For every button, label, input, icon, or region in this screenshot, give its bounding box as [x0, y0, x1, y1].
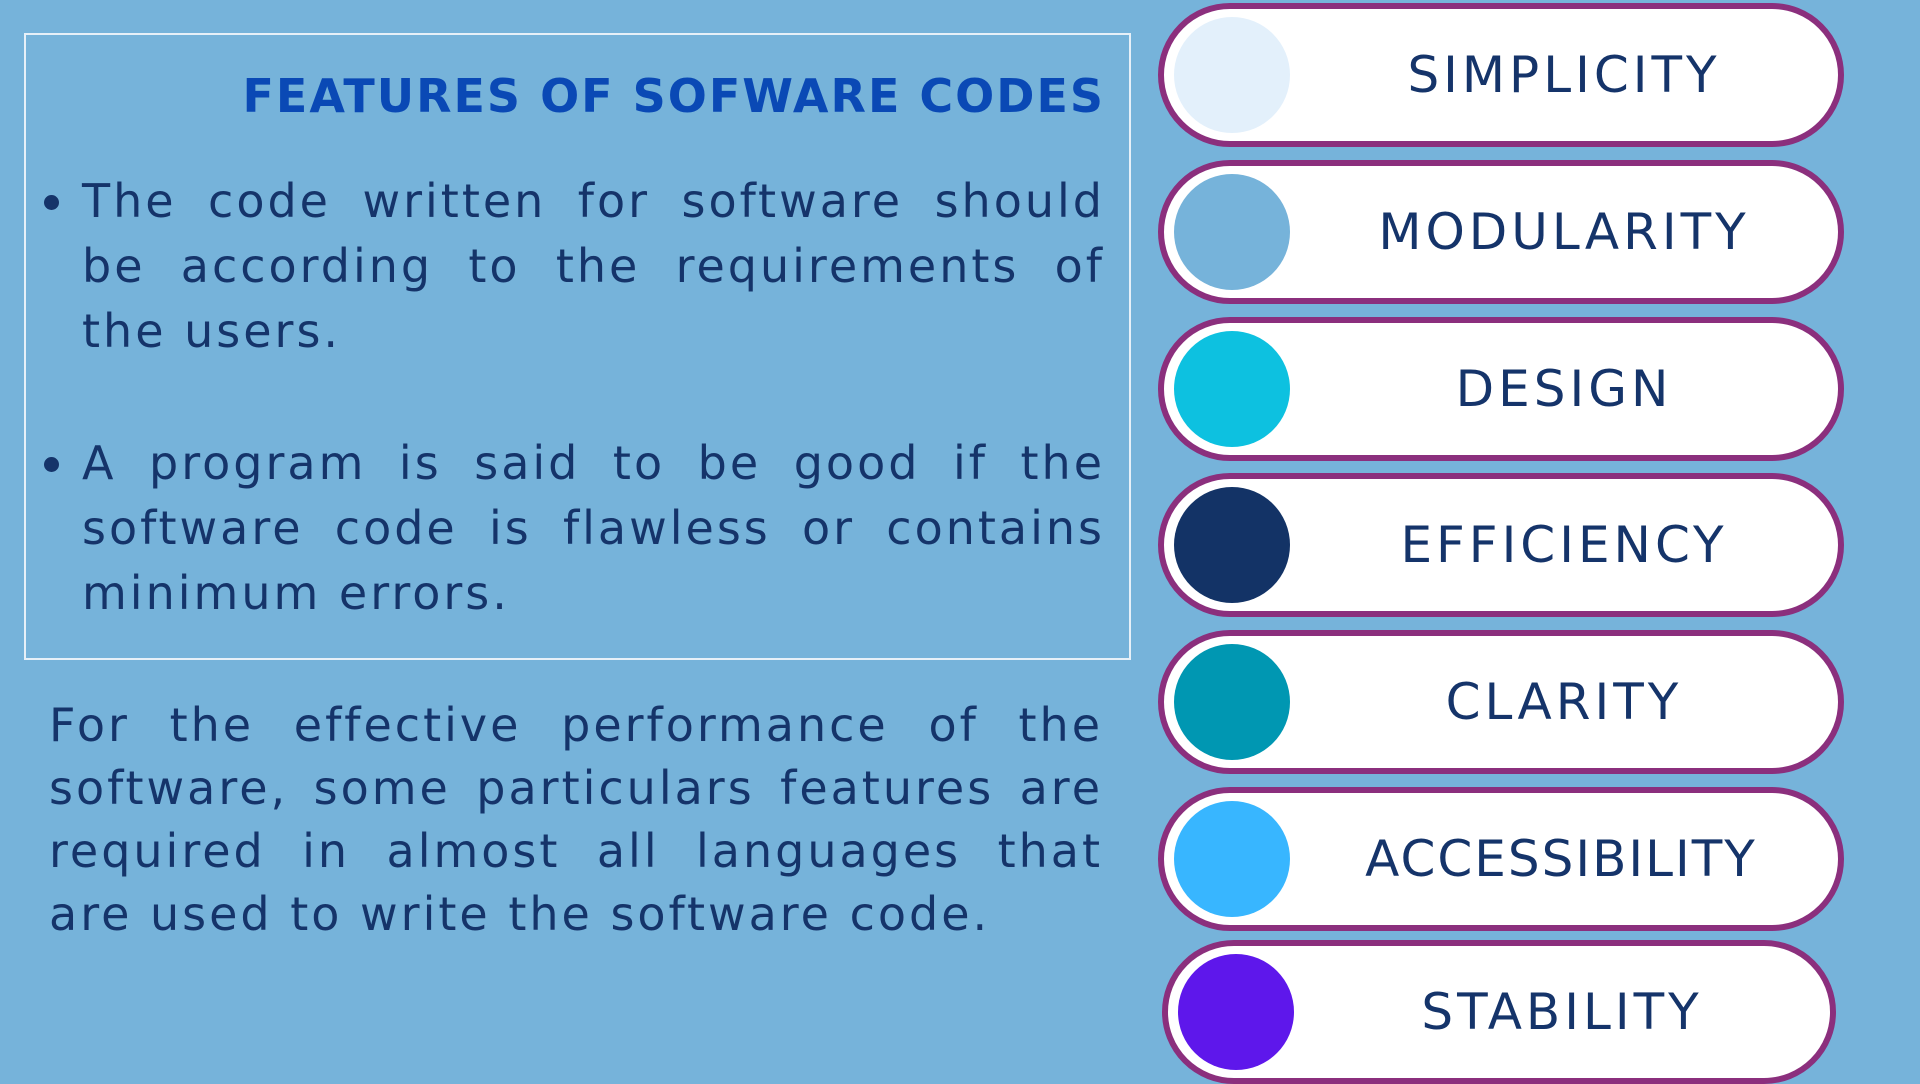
feature-pill-modularity: MODULARITY	[1158, 160, 1844, 304]
bullet-item: A program is said to be good if the soft…	[26, 431, 1105, 626]
features-title: FEATURES OF SOFWARE CODES	[242, 69, 1105, 123]
feature-label: ACCESSIBILITY	[1365, 830, 1757, 888]
circle-icon	[1178, 954, 1294, 1070]
feature-pill-efficiency: EFFICIENCY	[1158, 473, 1844, 617]
feature-pill-design: DESIGN	[1158, 317, 1844, 461]
feature-label: SIMPLICITY	[1407, 46, 1721, 104]
bullet-text: The code written for software should be …	[82, 174, 1105, 358]
feature-pill-simplicity: SIMPLICITY	[1158, 3, 1844, 147]
features-bullet-list: The code written for software should be …	[26, 169, 1105, 626]
bullet-item: The code written for software should be …	[26, 169, 1105, 364]
circle-icon	[1174, 331, 1290, 447]
feature-label: MODULARITY	[1378, 203, 1750, 261]
circle-icon	[1174, 644, 1290, 760]
feature-label: CLARITY	[1445, 673, 1683, 731]
feature-pill-accessibility: ACCESSIBILITY	[1158, 787, 1844, 931]
bullet-dot-icon	[44, 457, 59, 472]
circle-icon	[1174, 17, 1290, 133]
circle-icon	[1174, 174, 1290, 290]
features-panel: FEATURES OF SOFWARE CODES The code writt…	[24, 33, 1131, 660]
bullet-text: A program is said to be good if the soft…	[82, 436, 1105, 620]
feature-pill-stability: STABILITY	[1162, 940, 1836, 1084]
feature-label: STABILITY	[1421, 983, 1703, 1041]
bullet-dot-icon	[44, 195, 59, 210]
feature-pill-clarity: CLARITY	[1158, 630, 1844, 774]
feature-label: DESIGN	[1455, 360, 1673, 418]
intro-paragraph: For the effective performance of the sof…	[49, 698, 1103, 941]
circle-icon	[1174, 801, 1290, 917]
feature-label: EFFICIENCY	[1400, 516, 1728, 574]
circle-icon	[1174, 487, 1290, 603]
